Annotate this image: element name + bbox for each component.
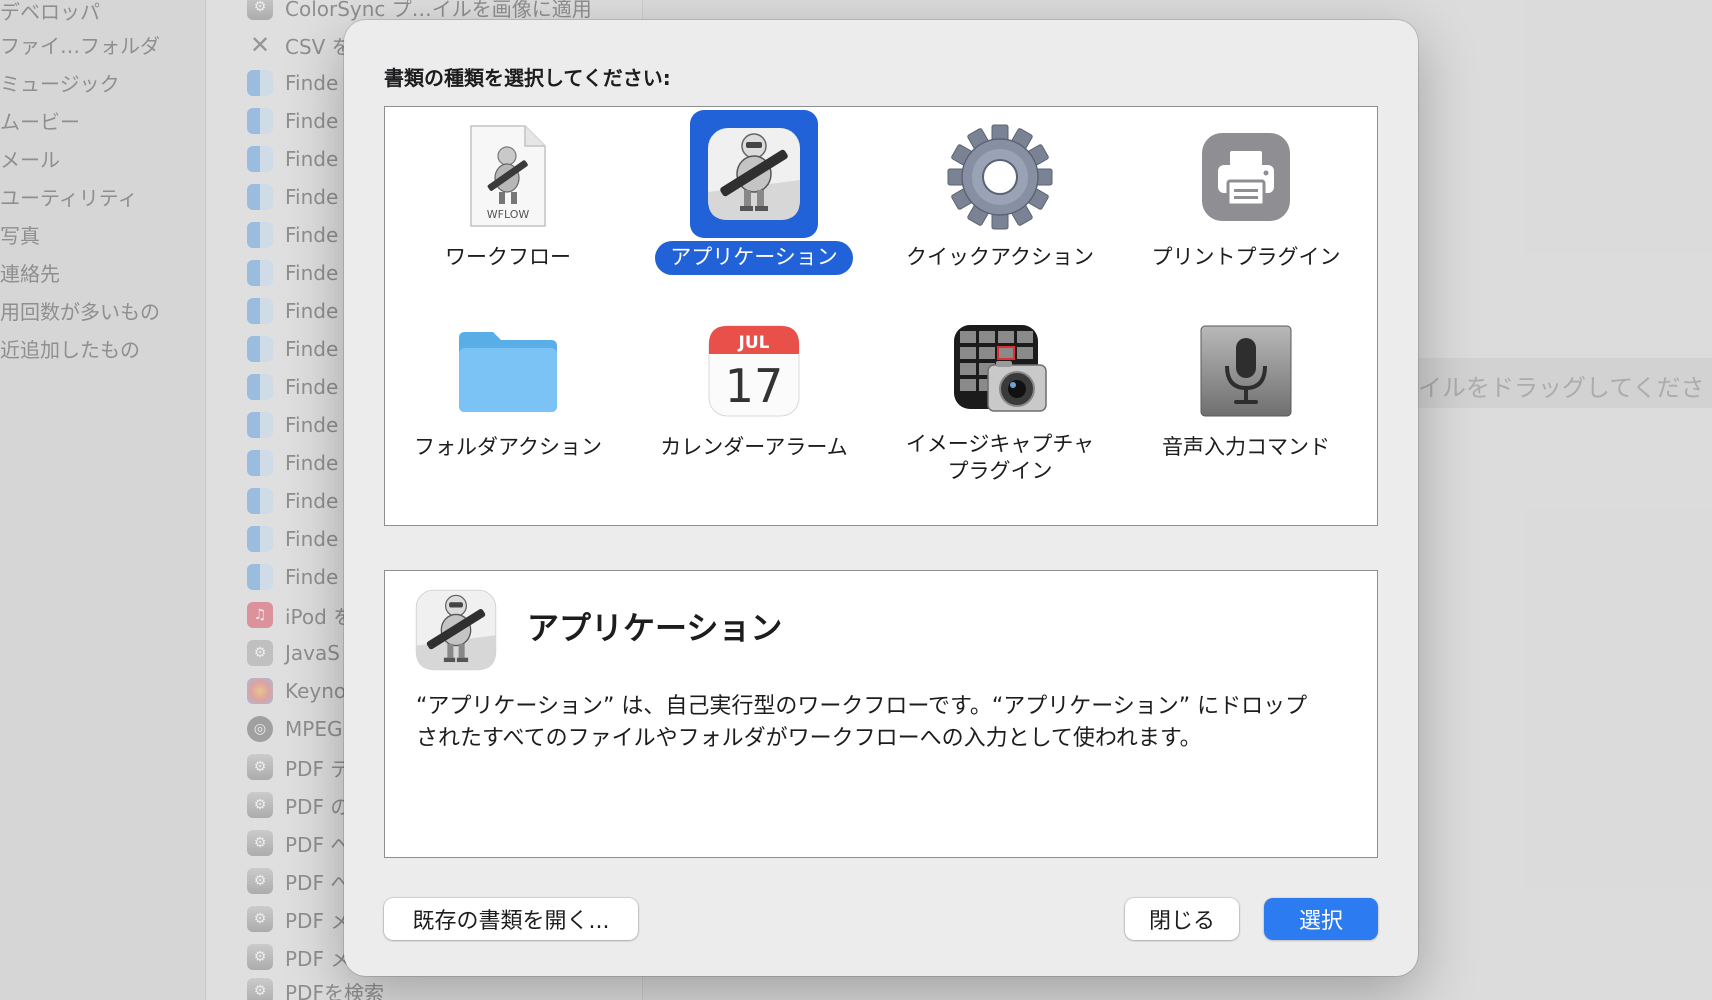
document-type-grid: WFLOW ワークフロー アプリケーション クイックアクション プリントプラグイ… [384,106,1378,526]
image-capture-camera-icon [936,307,1064,435]
type-print-plugin[interactable]: プリントプラグイン [1123,107,1369,307]
wflow-badge: WFLOW [487,208,530,221]
type-label: プリントプラグイン [1151,245,1341,269]
automator-robot-icon [690,110,818,238]
calendar-day: 17 [725,359,784,413]
type-calendar-alarm[interactable]: JUL 17 カレンダーアラーム [631,307,877,507]
type-dictation-command[interactable]: 音声入力コマンド [1123,307,1369,507]
folder-icon [444,307,572,435]
open-existing-document-button[interactable]: 既存の書類を開く... [384,898,638,940]
type-folder-action[interactable]: フォルダアクション [385,307,631,507]
printer-icon [1182,113,1310,241]
close-button[interactable]: 閉じる [1125,898,1239,940]
type-label: 音声入力コマンド [1162,435,1330,459]
workflow-document-icon: WFLOW [444,113,572,241]
calendar-month: JUL [738,333,770,353]
calendar-icon: JUL 17 [690,307,818,435]
type-label: フォルダアクション [414,435,602,459]
microphone-icon [1182,307,1310,435]
description-panel: アプリケーション “アプリケーション” は、自己実行型のワークフローです。“アプ… [384,570,1378,858]
type-workflow[interactable]: WFLOW ワークフロー [385,107,631,307]
type-label: クイックアクション [906,245,1094,269]
choose-button[interactable]: 選択 [1264,898,1378,940]
type-quick-action[interactable]: クイックアクション [877,107,1123,307]
type-image-capture-plugin[interactable]: イメージキャプチャ プラグイン [877,307,1123,527]
type-label: ワークフロー [445,245,571,269]
description-title: アプリケーション [527,609,783,647]
document-type-dialog: 書類の種類を選択してください: WFLOW ワークフロー アプリケーション クイ… [344,20,1418,976]
type-label: カレンダーアラーム [660,435,848,459]
automator-robot-icon [411,585,501,675]
gear-icon [936,113,1064,241]
type-application[interactable]: アプリケーション [631,107,877,307]
type-label: イメージキャプチャ プラグイン [905,432,1095,483]
dialog-prompt: 書類の種類を選択してください: [384,66,671,90]
description-text: “アプリケーション” は、自己実行型のワークフローです。“アプリケーション” に… [416,694,1308,751]
type-label: アプリケーション [631,241,877,275]
